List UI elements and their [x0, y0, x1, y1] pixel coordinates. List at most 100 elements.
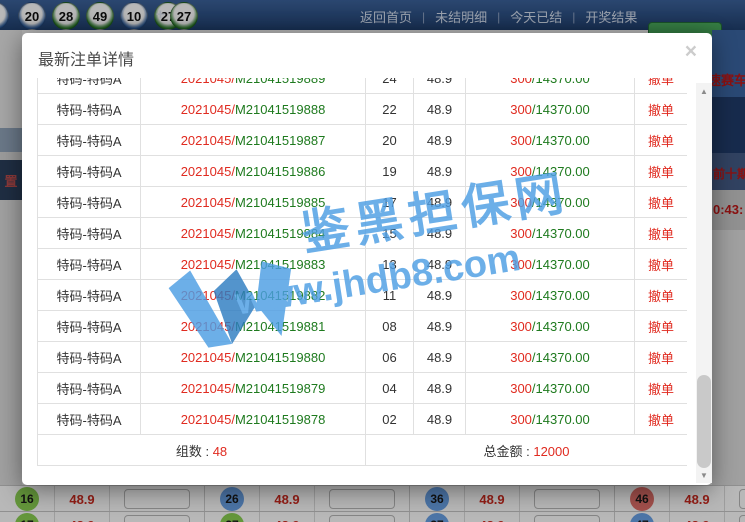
table-row: 特码-特码A 2021045/M21041519889 24 48.9 300/…	[38, 78, 688, 94]
odds: 48.9	[414, 218, 466, 249]
odds: 48.9	[414, 187, 466, 218]
table-row: 特码-特码A 2021045/M21041519879 04 48.9 300/…	[38, 373, 688, 404]
bet-number: 22	[366, 94, 414, 125]
bet-type: 特码-特码A	[38, 280, 141, 311]
amount: 300/14370.00	[466, 280, 635, 311]
total-summary: 总金额 : 12000	[366, 435, 688, 466]
cancel-order-link[interactable]: 撤单	[648, 382, 674, 397]
cancel-order-link[interactable]: 撤单	[648, 196, 674, 211]
bet-type: 特码-特码A	[38, 187, 141, 218]
cancel-cell: 撤单	[635, 342, 688, 373]
odds: 48.9	[414, 249, 466, 280]
amount: 300/14370.00	[466, 218, 635, 249]
cancel-cell: 撤单	[635, 249, 688, 280]
bet-number: 15	[366, 218, 414, 249]
cancel-cell: 撤单	[635, 311, 688, 342]
odds: 48.9	[414, 311, 466, 342]
cancel-cell: 撤单	[635, 187, 688, 218]
bet-number: 11	[366, 280, 414, 311]
odds: 48.9	[414, 94, 466, 125]
cancel-cell: 撤单	[635, 404, 688, 435]
bet-details-modal: 最新注单详情 × 特码-特码A 2021045/M21041519889 24 …	[22, 33, 712, 485]
order-number: 2021045/M21041519879	[141, 373, 366, 404]
table-row: 特码-特码A 2021045/M21041519888 22 48.9 300/…	[38, 94, 688, 125]
amount: 300/14370.00	[466, 373, 635, 404]
order-number: 2021045/M21041519885	[141, 187, 366, 218]
bet-number: 20	[366, 125, 414, 156]
bet-number: 08	[366, 311, 414, 342]
odds: 48.9	[414, 404, 466, 435]
amount: 300/14370.00	[466, 311, 635, 342]
amount: 300/14370.00	[466, 404, 635, 435]
cancel-order-link[interactable]: 撤单	[648, 103, 674, 118]
odds: 48.9	[414, 373, 466, 404]
order-number: 2021045/M21041519887	[141, 125, 366, 156]
odds: 48.9	[414, 125, 466, 156]
bet-number: 06	[366, 342, 414, 373]
summary-row: 组数 : 48 总金额 : 12000	[38, 435, 688, 466]
bet-number: 19	[366, 156, 414, 187]
cancel-order-link[interactable]: 撤单	[648, 351, 674, 366]
cancel-cell: 撤单	[635, 218, 688, 249]
bet-table-body: 特码-特码A 2021045/M21041519889 24 48.9 300/…	[38, 78, 688, 435]
cancel-cell: 撤单	[635, 125, 688, 156]
amount: 300/14370.00	[466, 156, 635, 187]
table-row: 特码-特码A 2021045/M21041519883 13 48.9 300/…	[38, 249, 688, 280]
amount: 300/14370.00	[466, 94, 635, 125]
bet-number: 04	[366, 373, 414, 404]
amount: 300/14370.00	[466, 78, 635, 94]
close-icon[interactable]: ×	[685, 41, 697, 62]
odds: 48.9	[414, 280, 466, 311]
cancel-cell: 撤单	[635, 280, 688, 311]
screen: 20 28 49 10 27 + 27 返回首页 | 未结明细 | 今天已结	[0, 0, 745, 522]
table-row: 特码-特码A 2021045/M21041519887 20 48.9 300/…	[38, 125, 688, 156]
bet-type: 特码-特码A	[38, 94, 141, 125]
scroll-down-icon[interactable]: ▼	[696, 467, 712, 483]
order-number: 2021045/M21041519882	[141, 280, 366, 311]
cancel-order-link[interactable]: 撤单	[648, 258, 674, 273]
cancel-order-link[interactable]: 撤单	[648, 134, 674, 149]
modal-title: 最新注单详情	[38, 46, 134, 70]
cancel-cell: 撤单	[635, 373, 688, 404]
cancel-order-link[interactable]: 撤单	[648, 413, 674, 428]
table-row: 特码-特码A 2021045/M21041519885 17 48.9 300/…	[38, 187, 688, 218]
cancel-order-link[interactable]: 撤单	[648, 227, 674, 242]
bet-number: 24	[366, 78, 414, 94]
amount: 300/14370.00	[466, 342, 635, 373]
order-number: 2021045/M21041519878	[141, 404, 366, 435]
odds: 48.9	[414, 342, 466, 373]
cancel-order-link[interactable]: 撤单	[648, 289, 674, 304]
bet-type: 特码-特码A	[38, 125, 141, 156]
amount: 300/14370.00	[466, 249, 635, 280]
scrollbar-thumb[interactable]	[697, 375, 711, 468]
modal-scrollbar[interactable]: ▲ ▼	[696, 83, 712, 483]
order-number: 2021045/M21041519881	[141, 311, 366, 342]
bet-table: 特码-特码A 2021045/M21041519889 24 48.9 300/…	[37, 78, 687, 466]
table-row: 特码-特码A 2021045/M21041519886 19 48.9 300/…	[38, 156, 688, 187]
odds: 48.9	[414, 78, 466, 94]
bet-type: 特码-特码A	[38, 342, 141, 373]
bet-type: 特码-特码A	[38, 78, 141, 94]
cancel-order-link[interactable]: 撤单	[648, 78, 674, 87]
scroll-up-icon[interactable]: ▲	[696, 83, 712, 99]
groups-summary: 组数 : 48	[38, 435, 366, 466]
order-number: 2021045/M21041519888	[141, 94, 366, 125]
order-number: 2021045/M21041519884	[141, 218, 366, 249]
order-number: 2021045/M21041519880	[141, 342, 366, 373]
bet-type: 特码-特码A	[38, 311, 141, 342]
table-row: 特码-特码A 2021045/M21041519881 08 48.9 300/…	[38, 311, 688, 342]
order-number: 2021045/M21041519886	[141, 156, 366, 187]
cancel-order-link[interactable]: 撤单	[648, 165, 674, 180]
bet-number: 17	[366, 187, 414, 218]
odds: 48.9	[414, 156, 466, 187]
table-row: 特码-特码A 2021045/M21041519882 11 48.9 300/…	[38, 280, 688, 311]
table-row: 特码-特码A 2021045/M21041519880 06 48.9 300/…	[38, 342, 688, 373]
cancel-cell: 撤单	[635, 78, 688, 94]
amount: 300/14370.00	[466, 125, 635, 156]
bet-type: 特码-特码A	[38, 373, 141, 404]
bet-table-viewport: 特码-特码A 2021045/M21041519889 24 48.9 300/…	[37, 78, 687, 474]
cancel-order-link[interactable]: 撤单	[648, 320, 674, 335]
cancel-cell: 撤单	[635, 94, 688, 125]
bet-number: 13	[366, 249, 414, 280]
table-row: 特码-特码A 2021045/M21041519878 02 48.9 300/…	[38, 404, 688, 435]
